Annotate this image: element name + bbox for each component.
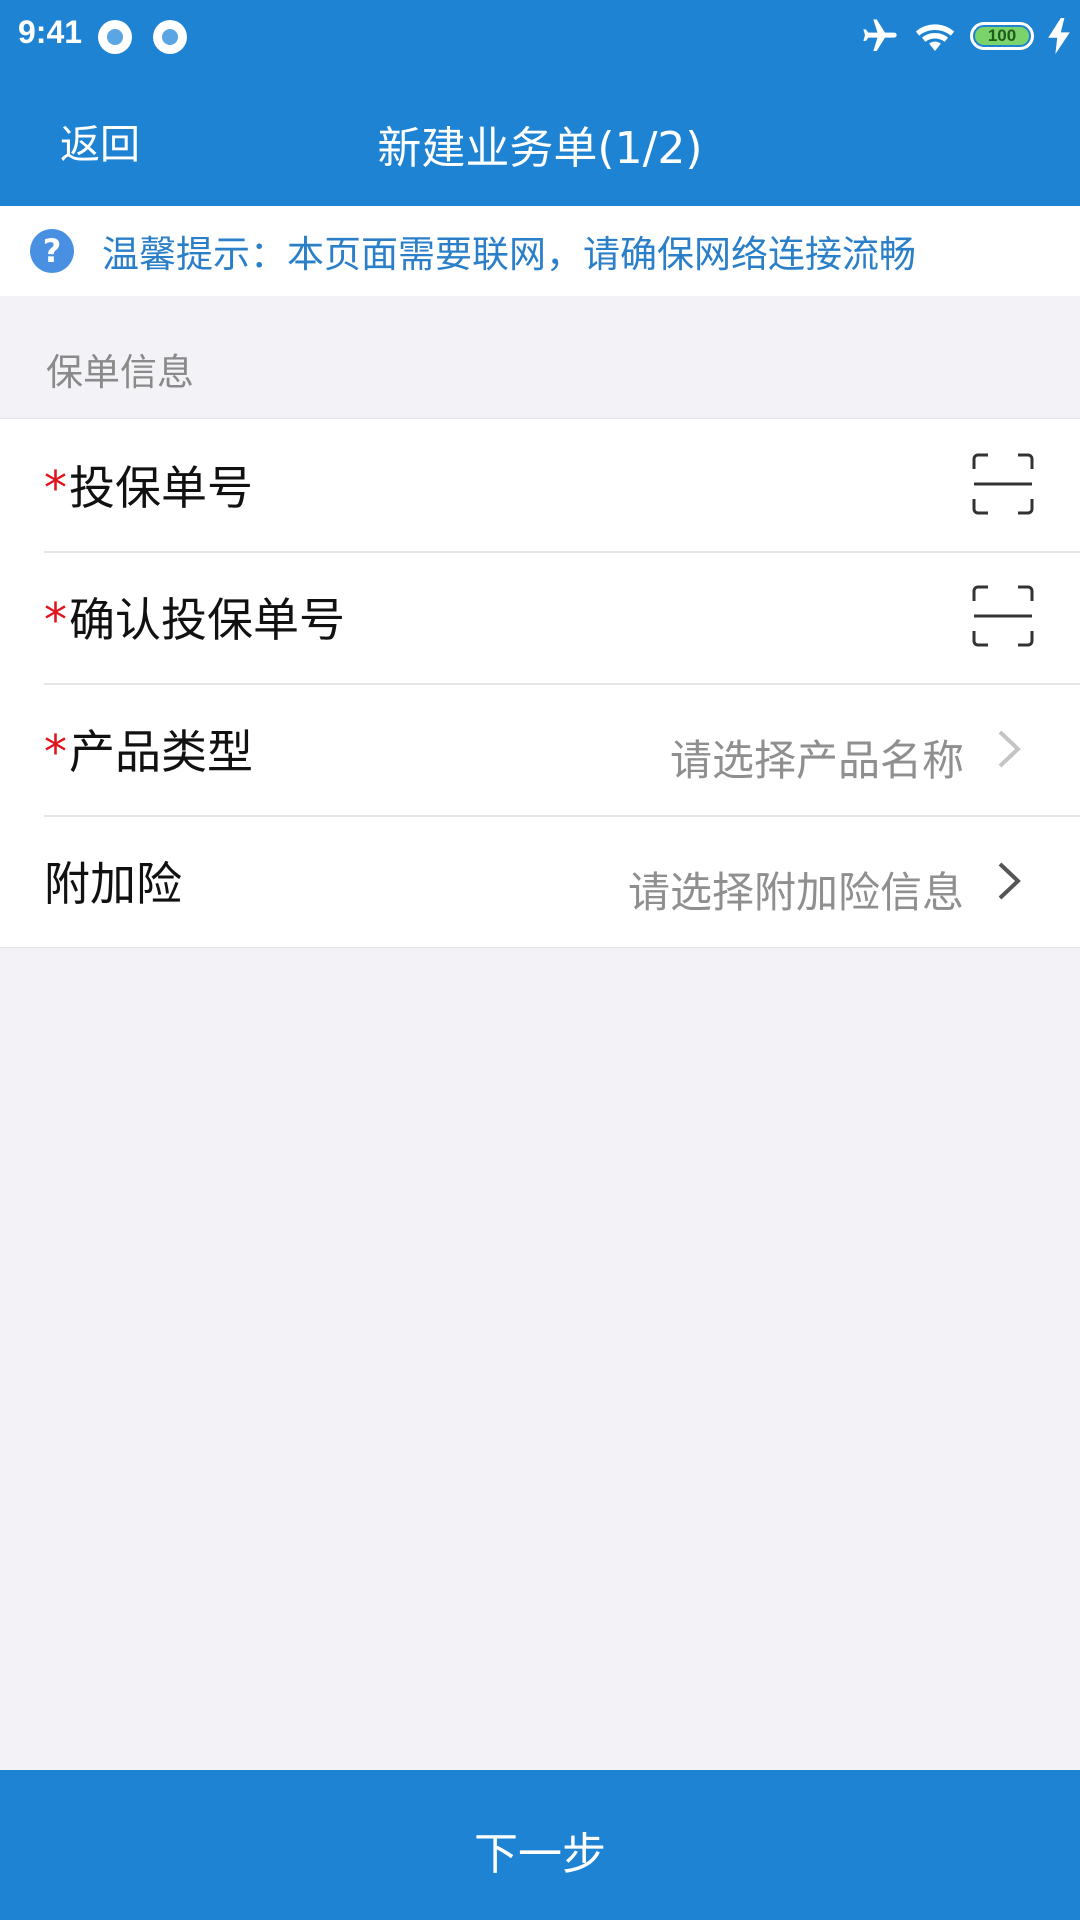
required-mark: * — [44, 461, 67, 515]
wifi-icon — [915, 24, 955, 51]
chevron-right-icon — [998, 730, 1021, 768]
tip-text: 温馨提示：本页面需要联网，请确保网络连接流畅 — [102, 233, 916, 276]
title-bar: 返回 新建业务单(1/2) — [0, 72, 1080, 206]
status-time: 9:41 — [18, 14, 83, 50]
required-mark: * — [44, 593, 67, 647]
confirm-policy-number-label: * 确认投保单号 — [44, 584, 345, 650]
product-type-label-text: 产品类型 — [69, 725, 253, 779]
scan-icon[interactable] — [972, 453, 1034, 515]
confirm-policy-number-row[interactable]: * 确认投保单号 — [0, 551, 1080, 683]
charging-icon — [1048, 18, 1070, 54]
policy-number-label: * 投保单号 — [44, 452, 253, 518]
scan-icon[interactable] — [972, 585, 1034, 647]
rider-label: 附加险 — [44, 848, 182, 914]
product-type-placeholder: 请选择产品名称 — [669, 736, 964, 785]
policy-number-row[interactable]: * 投保单号 — [0, 419, 1080, 551]
rider-label-text: 附加险 — [44, 857, 182, 911]
battery-level: 100 — [975, 26, 1029, 45]
battery-icon: 100 — [970, 22, 1034, 50]
policy-number-label-text: 投保单号 — [69, 461, 253, 515]
page-title: 新建业务单(1/2) — [377, 123, 703, 174]
policy-form: * 投保单号 * 确认投保单号 * 产品类型 请选择产品名称 附加险 请选择附加… — [0, 418, 1080, 948]
tip-banner: ? 温馨提示：本页面需要联网，请确保网络连接流畅 — [0, 206, 1080, 296]
status-icons: 100 — [860, 14, 1070, 58]
chevron-right-icon — [998, 862, 1021, 900]
question-icon: ? — [30, 229, 74, 273]
next-button-label: 下一步 — [474, 1829, 606, 1880]
notification-icon — [153, 20, 187, 54]
rider-placeholder: 请选择附加险信息 — [627, 868, 964, 917]
next-button[interactable]: 下一步 — [0, 1770, 1080, 1920]
product-type-row[interactable]: * 产品类型 请选择产品名称 — [0, 683, 1080, 815]
section-title: 保单信息 — [46, 351, 194, 394]
confirm-policy-number-label-text: 确认投保单号 — [69, 593, 345, 647]
status-bar: 9:41 100 — [0, 0, 1080, 72]
airplane-icon — [863, 19, 897, 51]
product-type-label: * 产品类型 — [44, 716, 253, 782]
rider-row[interactable]: 附加险 请选择附加险信息 — [0, 815, 1080, 947]
required-mark: * — [44, 725, 67, 779]
section-header: 保单信息 — [0, 296, 1080, 418]
notification-icon — [98, 20, 132, 54]
